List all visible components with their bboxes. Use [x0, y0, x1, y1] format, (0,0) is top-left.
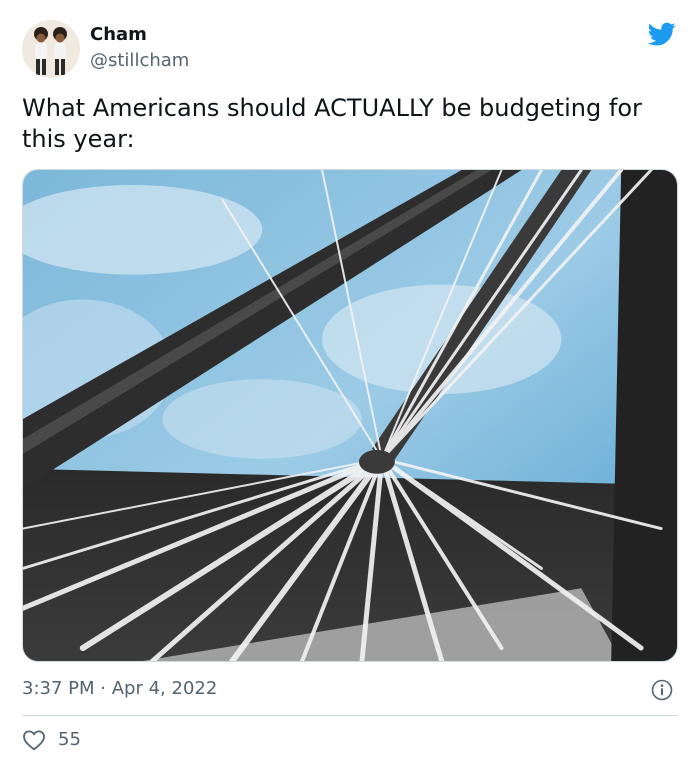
- divider: [22, 715, 678, 716]
- heart-icon: [23, 730, 45, 751]
- avatar[interactable]: [22, 20, 80, 78]
- like-count: 55: [58, 729, 81, 750]
- like-button[interactable]: 55: [22, 729, 81, 751]
- tweet-timestamp[interactable]: 3:37 PM · Apr 4, 2022: [22, 678, 217, 700]
- tweet-text: What Americans should ACTUALLY be budget…: [22, 94, 642, 153]
- author-name[interactable]: Cham: [90, 24, 147, 46]
- tweet-date[interactable]: Apr 4, 2022: [112, 678, 218, 699]
- info-icon[interactable]: [651, 679, 673, 701]
- tweet-image[interactable]: [22, 169, 678, 662]
- meta-separator: ·: [100, 678, 106, 699]
- author-handle[interactable]: @stillcham: [90, 50, 189, 72]
- tweet-time[interactable]: 3:37 PM: [22, 678, 95, 699]
- twitter-bird-icon[interactable]: [646, 20, 678, 48]
- tweet-card: Cham @stillcham What Americans should AC…: [0, 0, 700, 768]
